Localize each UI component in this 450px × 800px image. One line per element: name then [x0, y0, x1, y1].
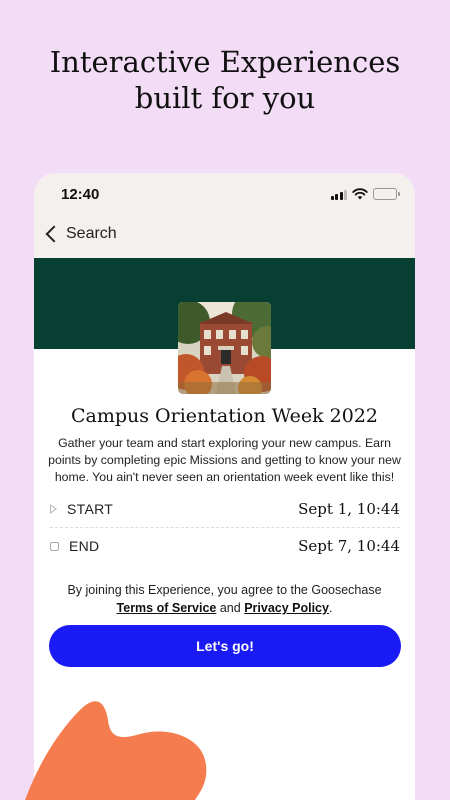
headline: Interactive Experiences built for you — [0, 44, 450, 116]
lets-go-button[interactable]: Let's go! — [49, 625, 401, 667]
back-button[interactable]: Search — [44, 225, 117, 243]
nav-bar: Search — [34, 217, 415, 258]
back-label: Search — [66, 225, 117, 242]
agreement-suffix: . — [328, 601, 333, 615]
status-time: 12:40 — [61, 186, 100, 203]
campus-building-image — [178, 302, 271, 394]
signal-icon — [330, 189, 347, 200]
end-label: END — [69, 538, 100, 554]
play-outline-icon — [50, 504, 57, 514]
headline-line-1: Interactive Experiences — [49, 45, 401, 79]
event-title: Campus Orientation Week 2022 — [70, 405, 379, 427]
headline-line-2: built for you — [134, 81, 316, 115]
status-bar: 12:40 — [34, 173, 415, 217]
decorative-blob — [25, 701, 207, 800]
stop-square-icon — [50, 541, 59, 551]
status-icons — [330, 188, 400, 200]
wifi-icon — [352, 188, 368, 200]
agreement-and: and — [219, 601, 241, 615]
privacy-policy-link[interactable]: Privacy Policy — [244, 601, 329, 615]
agreement-text: By joining this Experience, you agree to… — [44, 581, 405, 617]
terms-of-service-link[interactable]: Terms of Service — [117, 601, 217, 615]
start-label: START — [67, 501, 114, 517]
event-description: Gather your team and start exploring you… — [48, 436, 401, 484]
row-divider — [50, 527, 400, 528]
start-row: START Sept 1, 10:44 — [50, 495, 400, 523]
end-value: Sept 7, 10:44 — [298, 537, 400, 555]
start-value: Sept 1, 10:44 — [298, 500, 400, 518]
agreement-prefix: By joining this Experience, you agree to… — [67, 583, 382, 597]
chevron-left-icon — [45, 225, 63, 243]
battery-icon — [373, 188, 400, 200]
end-row: END Sept 7, 10:44 — [50, 532, 400, 560]
